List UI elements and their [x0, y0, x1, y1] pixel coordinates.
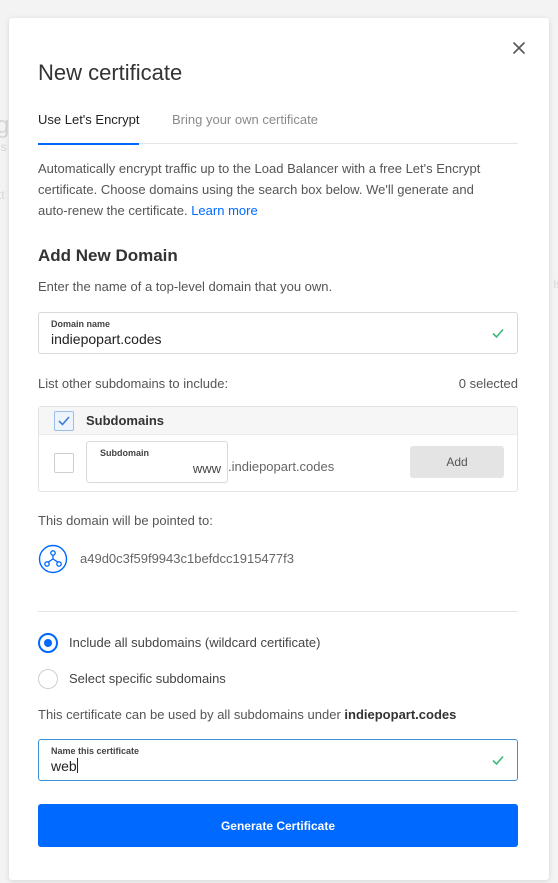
background-text-fragment: tt: [0, 188, 5, 202]
subdomains-selected-count: 0 selected: [458, 376, 518, 391]
tab-bring-your-own[interactable]: Bring your own certificate: [172, 112, 318, 139]
wildcard-option-label: Include all subdomains (wildcard certifi…: [69, 635, 321, 650]
background-text-fragment: ls: [0, 140, 7, 154]
section-divider: [38, 611, 518, 612]
domain-name-value[interactable]: indiepopart.codes: [51, 331, 162, 347]
add-domain-heading: Add New Domain: [38, 246, 178, 265]
tab-lets-encrypt[interactable]: Use Let's Encrypt: [38, 112, 140, 145]
background-text-fragment: ls: [553, 277, 558, 291]
text-cursor: [76, 758, 78, 773]
certificate-name-field[interactable]: Name this certificate web: [38, 739, 518, 781]
load-balancer-id: a49d0c3f59f9943c1befdcc1915477f3: [80, 551, 294, 566]
load-balancer-icon: [38, 544, 68, 574]
specific-subdomains-label: Select specific subdomains: [69, 671, 226, 686]
certificate-name-value[interactable]: web: [51, 758, 77, 774]
close-icon[interactable]: [511, 40, 527, 56]
subdomains-list-label: List other subdomains to include:: [38, 376, 229, 391]
specific-subdomains-radio[interactable]: [38, 669, 58, 689]
add-subdomain-button[interactable]: Add: [410, 446, 504, 478]
wildcard-radio[interactable]: [38, 633, 58, 653]
modal-title: New certificate: [38, 60, 183, 85]
description-text: Automatically encrypt traffic up to the …: [38, 161, 481, 218]
subdomain-input[interactable]: Subdomain www: [86, 441, 228, 483]
pointed-to-label: This domain will be pointed to:: [38, 513, 213, 528]
usage-text: This certificate can be used by all subd…: [38, 707, 341, 722]
domain-name-label: Domain name: [51, 319, 111, 329]
certificate-usage-note: This certificate can be used by all subd…: [38, 707, 456, 722]
checkmark-icon: [491, 326, 505, 340]
select-all-subdomains-checkbox[interactable]: [54, 411, 74, 431]
subdomains-table: Subdomains Subdomain www .indiepopart.co…: [38, 406, 518, 492]
add-domain-subheading: Enter the name of a top-level domain tha…: [38, 279, 333, 294]
subdomain-suffix: .indiepopart.codes: [228, 459, 335, 474]
subdomains-header: Subdomains: [39, 407, 517, 435]
background-text-fragment: g: [0, 112, 10, 139]
subdomain-row-checkbox[interactable]: [54, 453, 74, 473]
generate-certificate-button[interactable]: Generate Certificate: [38, 804, 518, 847]
subdomain-input-label: Subdomain: [100, 448, 149, 458]
usage-domain: indiepopart.codes: [344, 707, 457, 722]
certificate-name-label: Name this certificate: [51, 746, 140, 756]
domain-name-field[interactable]: Domain name indiepopart.codes: [38, 312, 518, 354]
lets-encrypt-description: Automatically encrypt traffic up to the …: [38, 158, 498, 221]
certificate-type-tabs: Use Let's Encrypt Bring your own certifi…: [38, 110, 518, 145]
new-certificate-modal: New certificate Use Let's Encrypt Bring …: [9, 18, 549, 880]
learn-more-link[interactable]: Learn more: [191, 203, 257, 218]
certificate-name-input[interactable]: web: [51, 758, 78, 774]
subdomain-input-value[interactable]: www: [193, 461, 221, 476]
checkmark-icon: [491, 753, 505, 767]
subdomains-header-label: Subdomains: [86, 413, 165, 428]
